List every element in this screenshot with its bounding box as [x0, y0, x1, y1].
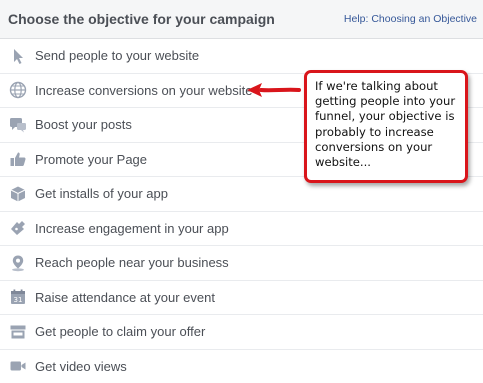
- objective-label: Increase conversions on your website: [35, 82, 253, 98]
- objective-send-people-to-website[interactable]: Send people to your website: [0, 39, 483, 74]
- thumbs-up-icon: [9, 150, 27, 168]
- objective-app-engagement[interactable]: Increase engagement in your app: [0, 212, 483, 246]
- help-link[interactable]: Help: Choosing an Objective: [344, 13, 477, 25]
- video-camera-icon: [9, 357, 27, 375]
- objective-label: Raise attendance at your event: [35, 289, 215, 305]
- objective-label: Boost your posts: [35, 117, 132, 133]
- box-icon: [9, 185, 27, 203]
- calendar-icon: 31: [9, 288, 27, 306]
- objective-label: Increase engagement in your app: [35, 220, 229, 236]
- speech-bubbles-icon: [9, 116, 27, 134]
- map-pin-icon: [9, 254, 27, 272]
- annotation-text: If we're talking about getting people in…: [315, 79, 456, 170]
- objective-event-attendance[interactable]: 31 Raise attendance at your event: [0, 281, 483, 315]
- objective-label: Promote your Page: [35, 151, 148, 167]
- objective-claim-offer[interactable]: Get people to claim your offer: [0, 315, 483, 350]
- objective-label: Send people to your website: [35, 48, 200, 64]
- header: Choose the objective for your campaign H…: [0, 0, 483, 39]
- cursor-icon: [9, 47, 27, 65]
- objective-reach-nearby[interactable]: Reach people near your business: [0, 246, 483, 281]
- objective-video-views[interactable]: Get video views: [0, 350, 483, 383]
- objective-label: Get video views: [35, 358, 127, 374]
- controller-icon: [9, 219, 27, 237]
- objective-label: Get installs of your app: [35, 186, 168, 202]
- objective-label: Reach people near your business: [35, 255, 229, 271]
- annotation-callout: If we're talking about getting people in…: [304, 70, 468, 183]
- page-title: Choose the objective for your campaign: [8, 11, 275, 27]
- globe-icon: [9, 81, 27, 99]
- svg-text:31: 31: [14, 296, 23, 304]
- storefront-icon: [9, 323, 27, 341]
- objective-label: Get people to claim your offer: [35, 324, 206, 340]
- annotation-arrow-icon: [247, 83, 301, 97]
